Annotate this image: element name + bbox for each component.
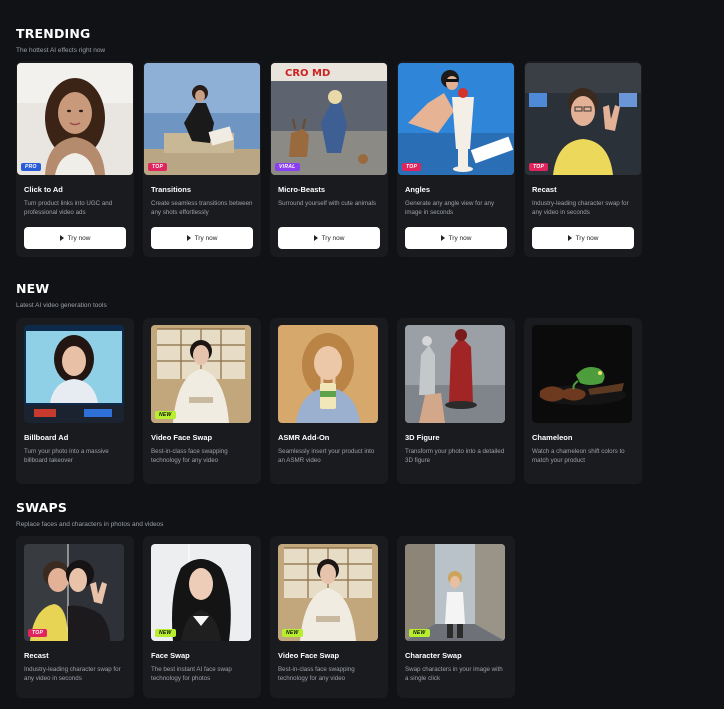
section-subtitle: Latest AI video generation tools [16, 302, 107, 309]
badge-top: TOP [148, 163, 168, 171]
card-description: Best-in-class face swapping technology f… [151, 448, 228, 464]
play-icon [186, 235, 191, 241]
card-title: Character Swap [405, 651, 462, 660]
effect-thumbnail[interactable] [24, 325, 124, 423]
effect-card-recast[interactable]: TOP Recast Industry-leading character sw… [524, 61, 642, 257]
try-now-label: Try now [67, 234, 91, 242]
effect-card-billboard-ad[interactable]: Billboard Ad Turn your photo into a mass… [16, 318, 134, 484]
card-title: Angles [405, 185, 431, 194]
card-description: Seamlessly insert your product into an A… [278, 448, 375, 464]
card-description: Surround yourself with cute animals [278, 200, 377, 207]
effect-thumbnail[interactable]: NEW [151, 544, 251, 641]
card-description: Best-in-class face swapping technology f… [278, 666, 355, 682]
badge-new: NEW [155, 629, 176, 637]
new-section-header: NEW Latest AI video generation tools [16, 281, 107, 309]
try-now-button[interactable]: Try now [532, 227, 634, 249]
new-row: Billboard Ad Turn your photo into a mass… [16, 318, 642, 484]
try-now-button[interactable]: Try now [278, 227, 380, 249]
effect-card-asmr-add-on[interactable]: ASMR Add-On Seamlessly insert your produ… [270, 318, 388, 484]
try-now-label: Try now [575, 234, 599, 242]
play-icon [313, 235, 318, 241]
try-now-button[interactable]: Try now [405, 227, 507, 249]
card-title: 3D Figure [405, 433, 440, 442]
effect-thumbnail[interactable]: TOP [525, 63, 641, 175]
effect-thumbnail[interactable]: NEW [278, 544, 378, 641]
card-title: Chameleon [532, 433, 573, 442]
play-icon [440, 235, 445, 241]
card-description: Turn product links into UGC and professi… [24, 200, 113, 216]
storefront-sign: CRO MD [285, 68, 330, 79]
card-title: Video Face Swap [151, 433, 213, 442]
swap-card-video-face-swap[interactable]: NEW Video Face Swap Best-in-class face s… [270, 536, 388, 698]
swaps-row: TOP Recast Industry-leading character sw… [16, 536, 515, 698]
effect-card-micro-beasts[interactable]: CRO MD VIRAL Micro-Beasts Surround yours… [270, 61, 388, 257]
card-description: Industry-leading character swap for any … [532, 200, 629, 216]
effect-thumbnail[interactable]: TOP [24, 544, 124, 641]
swap-card-character-swap[interactable]: NEW Character Swap Swap characters in yo… [397, 536, 515, 698]
card-description: Swap characters in your image with a sin… [405, 666, 503, 682]
effect-card-video-face-swap[interactable]: NEW Video Face Swap Best-in-class face s… [143, 318, 261, 484]
badge-new: NEW [155, 411, 176, 419]
effect-thumbnail[interactable] [278, 325, 378, 423]
swap-card-recast[interactable]: TOP Recast Industry-leading character sw… [16, 536, 134, 698]
section-title: NEW [16, 281, 50, 296]
badge-top: TOP [529, 163, 549, 171]
badge-pro: PRO [21, 163, 41, 171]
badge-new: NEW [282, 629, 303, 637]
effect-thumbnail[interactable]: TOP [398, 63, 514, 175]
section-title: SWAPS [16, 500, 68, 515]
card-title: Micro-Beasts [278, 185, 326, 194]
try-now-label: Try now [321, 234, 345, 242]
trending-row: PRO Click to Ad Turn product links into … [16, 61, 642, 257]
section-subtitle: The hottest AI effects right now [16, 47, 106, 54]
effect-thumbnail[interactable]: NEW [151, 325, 251, 423]
effect-card-3d-figure[interactable]: 3D Figure Transform your photo into a de… [397, 318, 515, 484]
card-description: Watch a chameleon shift colors to match … [532, 448, 625, 464]
section-title: TRENDING [16, 26, 91, 41]
swap-card-face-swap[interactable]: NEW Face Swap The best instant AI face s… [143, 536, 261, 698]
card-title: Transitions [151, 185, 192, 194]
card-title: Click to Ad [24, 185, 63, 194]
effect-thumbnail[interactable] [405, 325, 505, 423]
card-description: Turn your photo into a massive billboard… [24, 448, 109, 464]
play-icon [567, 235, 572, 241]
effect-thumbnail[interactable]: TOP [144, 63, 260, 175]
trending-section-header: TRENDING The hottest AI effects right no… [16, 26, 105, 54]
try-now-label: Try now [448, 234, 472, 242]
card-description: Transform your photo into a detailed 3D … [405, 448, 505, 464]
section-subtitle: Replace faces and characters in photos a… [16, 521, 164, 528]
effect-thumbnail[interactable]: NEW [405, 544, 505, 641]
card-title: ASMR Add-On [278, 433, 330, 442]
try-now-button[interactable]: Try now [151, 227, 253, 249]
card-description: Industry-leading character swap for any … [24, 666, 121, 682]
effect-card-transitions[interactable]: TOP Transitions Create seamless transiti… [143, 61, 261, 257]
badge-top: TOP [28, 629, 48, 637]
card-title: Face Swap [151, 651, 190, 660]
effect-card-chameleon[interactable]: Chameleon Watch a chameleon shift colors… [524, 318, 642, 484]
card-description: Generate any angle view for any image in… [405, 200, 495, 216]
effect-card-click-to-ad[interactable]: PRO Click to Ad Turn product links into … [16, 61, 134, 257]
swaps-section-header: SWAPS Replace faces and characters in ph… [16, 500, 163, 528]
badge-top: TOP [402, 163, 422, 171]
badge-viral: VIRAL [275, 163, 300, 171]
try-now-label: Try now [194, 234, 218, 242]
try-now-button[interactable]: Try now [24, 227, 126, 249]
play-icon [59, 235, 64, 241]
effect-thumbnail[interactable]: CRO MD VIRAL [271, 63, 387, 175]
card-title: Video Face Swap [278, 651, 340, 660]
card-description: Create seamless transitions between any … [151, 200, 253, 216]
effect-thumbnail[interactable] [532, 325, 632, 423]
card-title: Recast [24, 651, 49, 660]
card-title: Billboard Ad [24, 433, 69, 442]
card-title: Recast [532, 185, 557, 194]
effect-card-angles[interactable]: TOP Angles Generate any angle view for a… [397, 61, 515, 257]
card-description: The best instant AI face swap technology… [151, 666, 232, 682]
effect-thumbnail[interactable]: PRO [17, 63, 133, 175]
badge-new: NEW [409, 629, 430, 637]
